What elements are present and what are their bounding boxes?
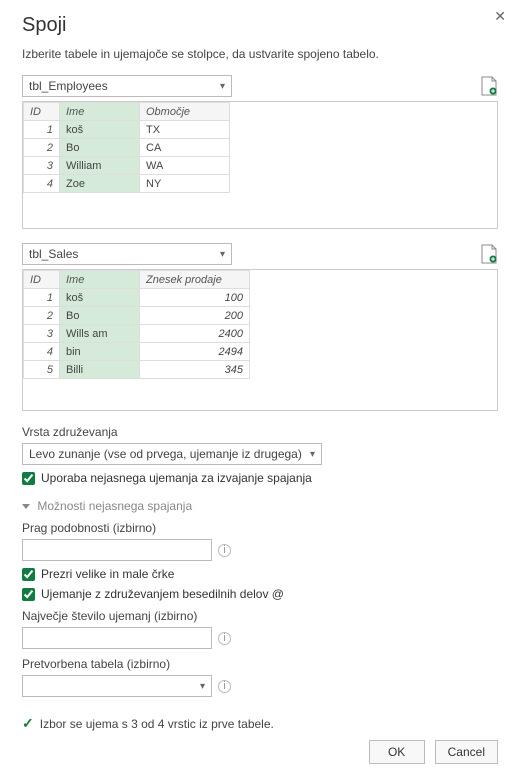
row-region: CA xyxy=(140,139,230,157)
max-matches-label: Največje število ujemanj (izbirno) xyxy=(22,609,498,623)
row-amount: 200 xyxy=(140,307,250,325)
row-amount: 100 xyxy=(140,289,250,307)
fuzzy-enable-input[interactable] xyxy=(22,472,35,485)
row-id: 1 xyxy=(24,121,60,139)
threshold-label: Prag podobnosti (izbirno) xyxy=(22,521,498,535)
col-header[interactable]: Ime xyxy=(60,271,140,289)
max-matches-input[interactable] xyxy=(22,627,212,649)
row-amount: 2494 xyxy=(140,343,250,361)
open-table1-icon[interactable] xyxy=(480,76,498,96)
open-table2-icon[interactable] xyxy=(480,244,498,264)
join-kind-label: Vrsta združevanja xyxy=(22,425,498,439)
match-status: ✓ Izbor se ujema s 3 od 4 vrstic iz prve… xyxy=(22,715,498,732)
table-row[interactable]: 4ZoeNY xyxy=(24,175,230,193)
col-header[interactable]: Ime xyxy=(60,103,140,121)
row-name: William xyxy=(60,157,140,175)
info-icon[interactable]: i xyxy=(218,544,231,557)
info-icon[interactable]: i xyxy=(218,632,231,645)
col-header[interactable]: ID xyxy=(24,271,60,289)
table-row[interactable]: 2BoCA xyxy=(24,139,230,157)
join-kind-value: Levo zunanje (vse od prvega, ujemanje iz… xyxy=(29,447,302,461)
close-icon[interactable]: ✕ xyxy=(494,8,506,25)
table2-select[interactable]: tbl_Sales ▾ xyxy=(22,243,232,265)
fuzzy-options-header[interactable]: Možnosti nejasnega spajanja xyxy=(22,499,498,513)
row-amount: 2400 xyxy=(140,325,250,343)
combine-parts-input[interactable] xyxy=(22,588,35,601)
row-id: 3 xyxy=(24,157,60,175)
table-row[interactable]: 4bin2494 xyxy=(24,343,250,361)
row-id: 1 xyxy=(24,289,60,307)
table2-grid[interactable]: ID Ime Znesek prodaje 1koš1002Bo2003Will… xyxy=(23,270,250,379)
table-row[interactable]: 3Wills am2400 xyxy=(24,325,250,343)
chevron-down-icon: ▾ xyxy=(220,249,225,260)
join-kind-select[interactable]: Levo zunanje (vse od prvega, ujemanje iz… xyxy=(22,443,322,465)
table1-grid[interactable]: ID Ime Območje 1košTX2BoCA3WilliamWA4Zoe… xyxy=(23,102,230,193)
info-icon[interactable]: i xyxy=(218,680,231,693)
row-name: koš xyxy=(60,289,140,307)
row-id: 2 xyxy=(24,307,60,325)
combine-parts-checkbox[interactable]: Ujemanje z združevanjem besedilnih delov… xyxy=(22,587,498,601)
table-row[interactable]: 2Bo200 xyxy=(24,307,250,325)
row-name: Zoe xyxy=(60,175,140,193)
table-row[interactable]: 5Billi345 xyxy=(24,361,250,379)
row-amount: 345 xyxy=(140,361,250,379)
ignore-case-label: Prezri velike in male črke xyxy=(41,567,174,581)
dialog-subtitle: Izberite tabele in ujemajoče se stolpce,… xyxy=(22,47,498,61)
table-row[interactable]: 1košTX xyxy=(24,121,230,139)
row-id: 3 xyxy=(24,325,60,343)
row-name: koš xyxy=(60,121,140,139)
col-header[interactable]: Območje xyxy=(140,103,230,121)
row-region: NY xyxy=(140,175,230,193)
triangle-down-icon xyxy=(22,504,30,509)
row-id: 4 xyxy=(24,175,60,193)
chevron-down-icon: ▾ xyxy=(220,81,225,92)
row-id: 4 xyxy=(24,343,60,361)
transform-table-label: Pretvorbena tabela (izbirno) xyxy=(22,657,498,671)
ok-button[interactable]: OK xyxy=(369,740,425,764)
cancel-button[interactable]: Cancel xyxy=(435,740,498,764)
col-header[interactable]: Znesek prodaje xyxy=(140,271,250,289)
row-id: 5 xyxy=(24,361,60,379)
ignore-case-checkbox[interactable]: Prezri velike in male črke xyxy=(22,567,498,581)
row-region: TX xyxy=(140,121,230,139)
dialog-title: Spoji xyxy=(22,14,498,37)
row-name: Wills am xyxy=(60,325,140,343)
row-name: Billi xyxy=(60,361,140,379)
combine-parts-label: Ujemanje z združevanjem besedilnih delov… xyxy=(41,587,284,601)
ignore-case-input[interactable] xyxy=(22,568,35,581)
table2-select-value: tbl_Sales xyxy=(29,247,78,261)
chevron-down-icon: ▾ xyxy=(310,449,315,460)
fuzzy-enable-label: Uporaba nejasnega ujemanja za izvajanje … xyxy=(41,471,312,485)
table2-preview: ID Ime Znesek prodaje 1koš1002Bo2003Will… xyxy=(22,269,498,411)
row-name: bin xyxy=(60,343,140,361)
table1-select-value: tbl_Employees xyxy=(29,79,108,93)
transform-table-select[interactable]: ▾ xyxy=(22,675,212,697)
row-name: Bo xyxy=(60,307,140,325)
table-row[interactable]: 1koš100 xyxy=(24,289,250,307)
checkmark-icon: ✓ xyxy=(22,715,34,732)
table-row[interactable]: 3WilliamWA xyxy=(24,157,230,175)
fuzzy-enable-checkbox[interactable]: Uporaba nejasnega ujemanja za izvajanje … xyxy=(22,471,498,485)
match-status-text: Izbor se ujema s 3 od 4 vrstic iz prve t… xyxy=(40,717,274,731)
table1-select[interactable]: tbl_Employees ▾ xyxy=(22,75,232,97)
row-name: Bo xyxy=(60,139,140,157)
threshold-input[interactable] xyxy=(22,539,212,561)
row-id: 2 xyxy=(24,139,60,157)
table1-preview: ID Ime Območje 1košTX2BoCA3WilliamWA4Zoe… xyxy=(22,101,498,229)
col-header[interactable]: ID xyxy=(24,103,60,121)
chevron-down-icon: ▾ xyxy=(200,681,205,692)
row-region: WA xyxy=(140,157,230,175)
